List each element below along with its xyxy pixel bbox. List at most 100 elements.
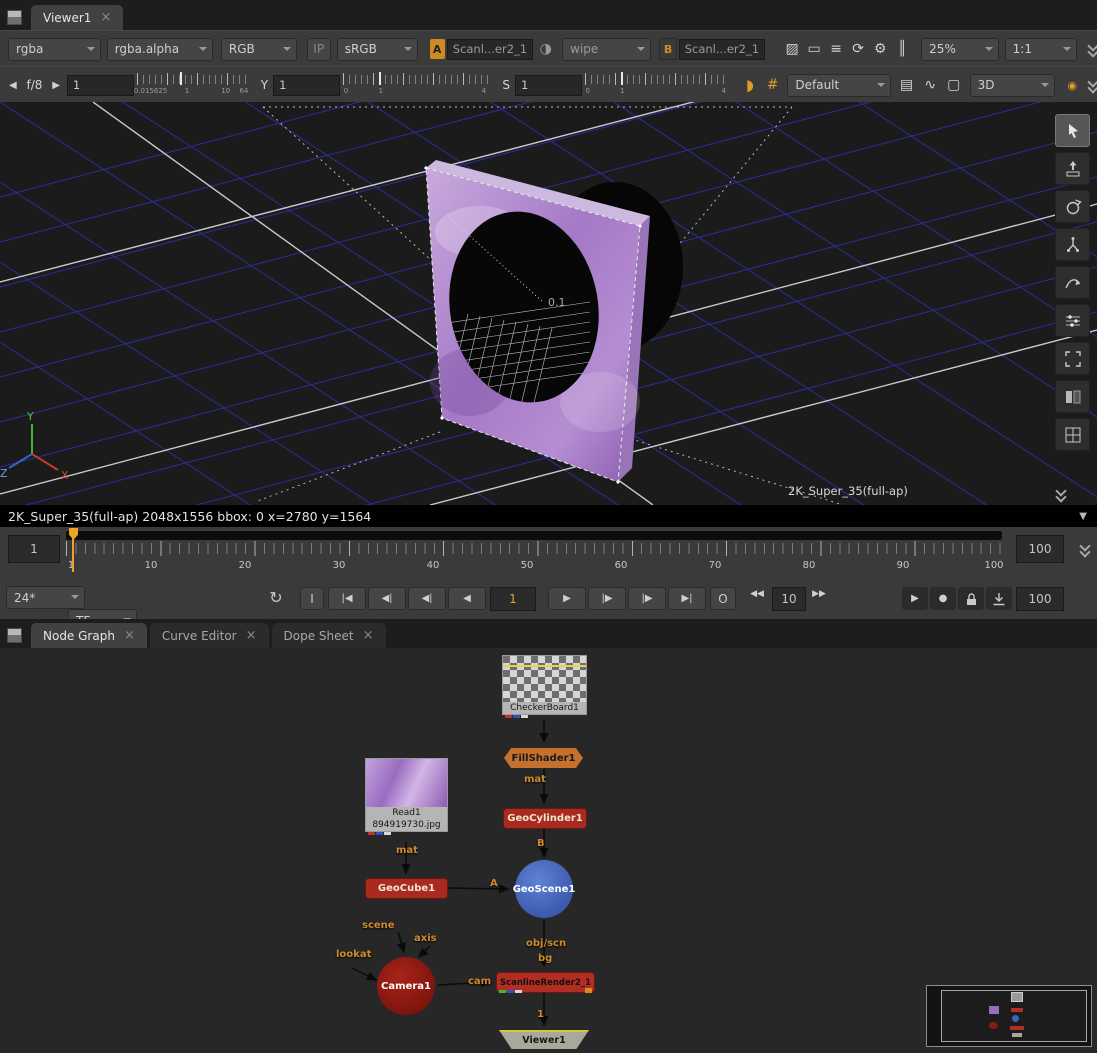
input-a-field[interactable]: Scanl...er2_1 [447, 39, 533, 60]
projection-dropdown[interactable]: 3D [970, 74, 1056, 97]
sat-input[interactable]: 1 [515, 75, 582, 96]
current-frame-field[interactable]: 1 [490, 587, 536, 611]
gain-prev-icon[interactable]: ◀ [6, 80, 20, 91]
goto-start-button[interactable]: |◀ [328, 587, 366, 610]
tab-curve-editor[interactable]: Curve Editor × [150, 623, 269, 648]
input-b-chip[interactable]: B [659, 38, 676, 60]
gain-slider[interactable]: 0.015625 1 10 64 [137, 72, 251, 98]
tool-curve-button[interactable] [1055, 266, 1090, 299]
play-backward-button[interactable]: ◀ [448, 587, 486, 610]
node-graph-minimap[interactable] [926, 985, 1092, 1047]
node-geocube1[interactable]: GeoCube1 [365, 878, 448, 899]
info-caret-icon[interactable]: ▼ [1079, 511, 1087, 522]
next-frame-button[interactable]: |▶ [588, 587, 626, 610]
double-chevron-icon[interactable] [1089, 43, 1097, 55]
node-fillshader1[interactable]: FillShader1 [504, 748, 583, 768]
tab-viewer1[interactable]: Viewer1 × [31, 5, 123, 30]
tool-select-button[interactable] [1055, 114, 1090, 147]
tool-split-button[interactable] [1055, 380, 1090, 413]
monitor-output-icon[interactable]: ▭ [803, 41, 825, 57]
flipbook-button[interactable]: ▶ [902, 587, 928, 610]
prev-frame-button[interactable]: ◀| [408, 587, 446, 610]
gain-next-icon[interactable]: ▶ [49, 80, 63, 91]
timeline-ruler[interactable]: 1 10 20 30 40 50 60 70 80 90 100 [66, 530, 1002, 578]
sat-slider[interactable]: 0 1 4 [585, 72, 728, 98]
proxy-icon[interactable]: ▨ [781, 41, 803, 57]
panel-menu-icon[interactable] [7, 628, 22, 643]
lock-grid-icon[interactable]: # [762, 77, 784, 93]
node-camera1[interactable]: Camera1 [377, 957, 435, 1015]
global-out-field[interactable]: 100 [1016, 587, 1064, 611]
tab-close-icon[interactable]: × [363, 629, 374, 642]
record-button[interactable]: ● [930, 587, 956, 610]
step-forward-icon[interactable]: ▶▶ [806, 589, 832, 599]
node-checkerboard1[interactable]: CheckerBoard1 [502, 655, 587, 715]
tool-frame-button[interactable] [1055, 342, 1090, 375]
input-process-button[interactable]: IP [307, 38, 331, 61]
node-graph-canvas[interactable]: CheckerBoard1 FillShader1 GeoCylinder1 G… [0, 648, 1097, 1053]
tab-close-icon[interactable]: × [124, 629, 135, 642]
goto-end-button[interactable]: ▶| [668, 587, 706, 610]
double-chevron-icon[interactable] [1081, 543, 1089, 555]
timeline-groove [66, 531, 1002, 540]
gain-input[interactable]: 1 [67, 75, 134, 96]
node-viewer1[interactable]: Viewer1 [499, 1030, 589, 1049]
prev-keyframe-button[interactable]: ◀| [368, 587, 406, 610]
node-geoscene1[interactable]: GeoScene1 [515, 860, 573, 918]
play-forward-button[interactable]: ▶ [548, 587, 586, 610]
layer-dropdown[interactable]: rgba [8, 38, 101, 61]
pause-icon[interactable]: ║ [891, 41, 913, 57]
zoom-dropdown[interactable]: 25% [921, 38, 998, 61]
tool-sliders-button[interactable] [1055, 304, 1090, 337]
tab-node-graph[interactable]: Node Graph × [31, 623, 147, 648]
node-scanlinerender2-1[interactable]: ScanlineRender2_1 [496, 972, 595, 993]
wipe-dropdown[interactable]: wipe [562, 38, 651, 61]
tick-label: 20 [239, 560, 252, 571]
next-keyframe-button[interactable]: |▶ [628, 587, 666, 610]
double-chevron-icon[interactable] [1089, 79, 1097, 91]
colorspace-dropdown[interactable]: sRGB [337, 38, 418, 61]
range-in-field[interactable]: 1 [8, 535, 60, 563]
loop-mode-button[interactable]: O [710, 587, 736, 610]
stereo-icon[interactable]: ◗ [738, 76, 762, 94]
render-save-button[interactable] [986, 587, 1012, 610]
tool-grid-button[interactable] [1055, 418, 1090, 451]
slate-icon[interactable]: ▤ [895, 77, 919, 93]
step-back-icon[interactable]: ◀◀ [744, 589, 770, 599]
node-read1[interactable]: Read1 894919730.jpg [365, 758, 448, 832]
gear-icon[interactable]: ⚙ [869, 41, 891, 57]
tab-close-icon[interactable]: × [100, 11, 111, 24]
nuke-window: Viewer1 × rgba rgba.alpha RGB IP sRGB A … [0, 0, 1097, 1053]
input-b-field[interactable]: Scanl...er2_1 [679, 39, 765, 60]
range-out-field[interactable]: 100 [1016, 535, 1064, 563]
node-geocylinder1[interactable]: GeoCylinder1 [503, 808, 587, 829]
viewer-3d-viewport[interactable]: 0.1 Y X Z 2K_Super_35(full-ap) [0, 102, 1097, 505]
frame-increment-field[interactable]: 10 [772, 587, 806, 611]
pixel-aspect-dropdown[interactable]: 1:1 [1005, 38, 1077, 61]
lut-curve-icon[interactable]: ∿ [918, 77, 942, 93]
alpha-layer-dropdown[interactable]: rgba.alpha [107, 38, 213, 61]
tab-close-icon[interactable]: × [246, 629, 257, 642]
wipe-toggle-icon[interactable]: ◑ [537, 41, 554, 57]
playback-cycle-icon[interactable]: ↻ [262, 586, 290, 608]
sample-icon[interactable]: ◉ [1061, 79, 1083, 92]
tool-translate-button[interactable] [1055, 152, 1090, 185]
tool-axis-button[interactable] [1055, 228, 1090, 261]
panel-menu-icon[interactable] [7, 10, 22, 25]
gamma-input[interactable]: 1 [273, 75, 340, 96]
tab-dope-sheet[interactable]: Dope Sheet × [272, 623, 386, 648]
gamma-slider[interactable]: 0 1 4 [343, 72, 488, 98]
input-a-chip[interactable]: A [430, 39, 445, 59]
fps-dropdown[interactable]: 24* [6, 586, 85, 609]
cube-object[interactable] [424, 160, 650, 484]
refresh-icon[interactable]: ⟳ [847, 41, 869, 57]
lock-range-button[interactable] [958, 587, 984, 610]
double-chevron-icon[interactable] [1057, 488, 1065, 500]
viewer-preset-dropdown[interactable]: Default [787, 74, 891, 97]
roi-icon[interactable]: ▢ [942, 77, 966, 93]
in-point-button[interactable]: I [300, 587, 324, 610]
display-channels-dropdown[interactable]: RGB [221, 38, 297, 61]
tool-rotate-button[interactable] [1055, 190, 1090, 223]
playhead-line[interactable] [72, 538, 74, 572]
viewer-rows-icon[interactable]: ≡ [825, 41, 847, 57]
